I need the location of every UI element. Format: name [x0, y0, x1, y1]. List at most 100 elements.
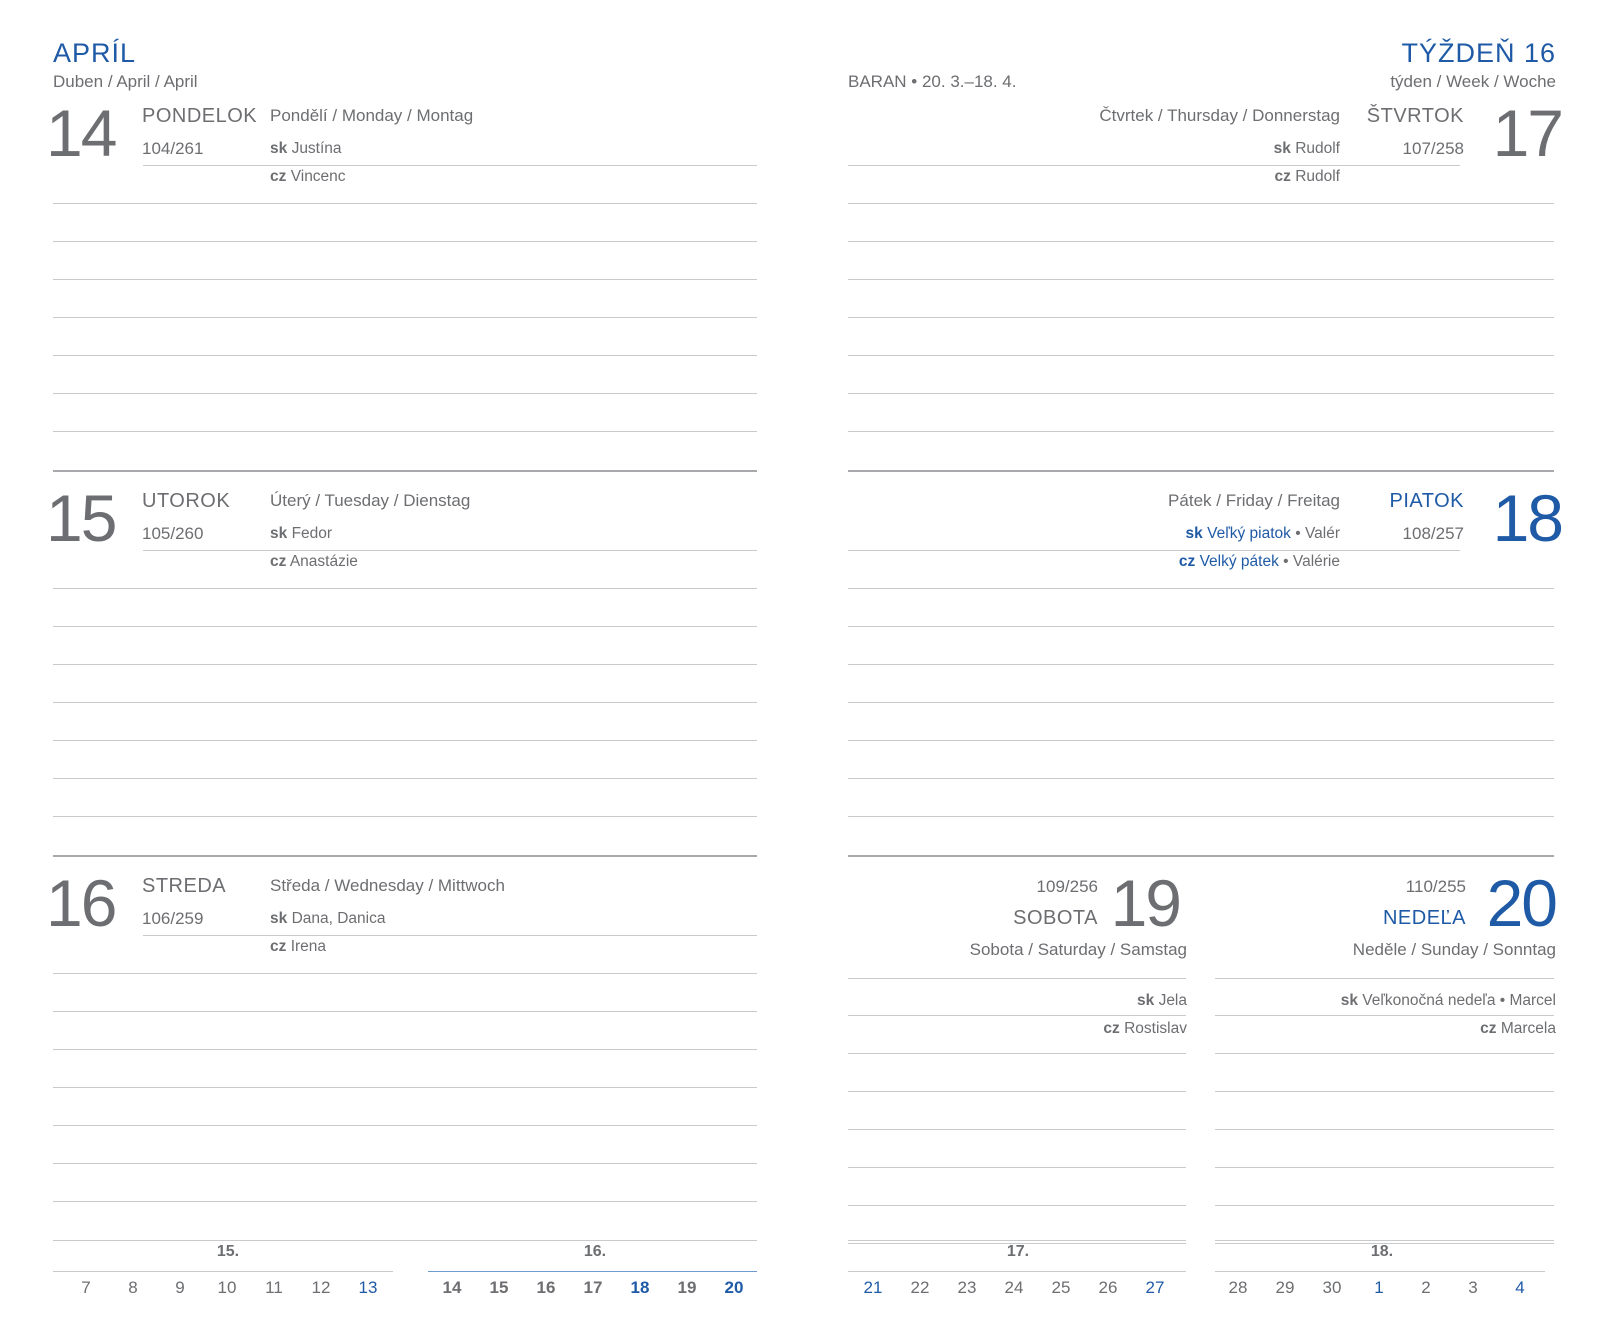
writing-line	[848, 317, 1554, 318]
writing-line	[53, 740, 757, 741]
writing-line	[848, 702, 1554, 703]
mini-calendar-day: 25	[1051, 1278, 1071, 1297]
writing-line	[53, 1163, 757, 1164]
day-of-year: 105/260	[142, 524, 204, 543]
mini-calendar-day: 27	[1145, 1278, 1165, 1297]
writing-line	[53, 778, 757, 779]
mini-calendar-day: 17	[583, 1278, 603, 1297]
mini-calendar-day: 28	[1228, 1278, 1248, 1297]
month-subtitle: Duben / April / April	[53, 72, 198, 91]
writing-line	[848, 431, 1554, 432]
writing-line	[1215, 1053, 1554, 1054]
writing-line	[848, 1129, 1186, 1130]
week-number: 17.	[1006, 1243, 1030, 1260]
week-title: TÝŽDEŇ 16	[1401, 38, 1556, 68]
writing-line	[53, 1271, 393, 1272]
day-of-year: 108/257	[1402, 524, 1464, 543]
mini-calendar-day: 13	[358, 1278, 378, 1297]
day-name: STREDA	[142, 875, 227, 897]
mini-calendar-day: 12	[311, 1278, 331, 1297]
writing-line	[848, 241, 1554, 242]
writing-line	[848, 778, 1554, 779]
mini-calendar-day: 18	[630, 1278, 650, 1297]
writing-line	[53, 431, 757, 432]
mini-calendar-day: 15	[489, 1278, 509, 1297]
writing-line	[1215, 1240, 1554, 1241]
writing-line	[848, 664, 1554, 665]
writing-line	[848, 550, 1460, 551]
nameday-cz: cz Vincenc	[270, 168, 346, 185]
writing-line	[848, 1240, 1186, 1241]
writing-line	[53, 1087, 757, 1088]
section-divider	[848, 855, 1554, 857]
day-number: 15	[46, 481, 117, 555]
nameday-sk: sk Rudolf	[1273, 140, 1340, 157]
writing-line	[1215, 978, 1554, 979]
nameday-sk: sk Justína	[270, 140, 342, 157]
day-name-translations: Úterý / Tuesday / Dienstag	[270, 491, 471, 510]
section-divider	[53, 470, 757, 472]
writing-line	[848, 588, 1554, 589]
day-name: SOBOTA	[1013, 907, 1098, 929]
writing-line	[1215, 1091, 1554, 1092]
writing-line	[1215, 1129, 1554, 1130]
day-of-year: 106/259	[142, 909, 204, 928]
day-name-translations: Sobota / Saturday / Samstag	[969, 940, 1187, 959]
mini-calendar-day: 20	[724, 1278, 744, 1297]
writing-line	[848, 1053, 1186, 1054]
mini-calendar-day: 22	[910, 1278, 930, 1297]
writing-line	[1215, 1205, 1554, 1206]
nameday-sk: sk Fedor	[270, 525, 333, 542]
writing-line	[1215, 1271, 1545, 1272]
month-title: APRÍL	[53, 38, 137, 68]
nameday-sk: sk Veľký piatok • Valér	[1185, 525, 1340, 542]
writing-line	[53, 816, 757, 817]
mini-calendar-day: 8	[128, 1278, 138, 1297]
writing-line	[53, 1240, 757, 1241]
nameday-cz: cz Velký pátek • Valérie	[1178, 553, 1340, 570]
mini-calendar-day: 30	[1322, 1278, 1342, 1297]
week-number: 18.	[1370, 1243, 1394, 1260]
writing-line	[53, 973, 757, 974]
writing-line	[53, 702, 757, 703]
writing-line	[143, 935, 757, 936]
day-name: PONDELOK	[142, 105, 258, 127]
zodiac-sign: BARAN • 20. 3.–18. 4.	[848, 72, 1017, 91]
writing-line	[53, 664, 757, 665]
writing-line	[143, 550, 757, 551]
mini-calendar-day: 23	[957, 1278, 977, 1297]
nameday-sk: sk Veľkonočná nedeľa • Marcel	[1340, 992, 1556, 1009]
mini-calendar-day: 10	[217, 1278, 237, 1297]
week-subtitle: týden / Week / Woche	[1390, 72, 1556, 91]
writing-line	[848, 203, 1554, 204]
nameday-cz: cz Marcela	[1480, 1020, 1556, 1037]
writing-line	[848, 279, 1554, 280]
writing-line	[53, 355, 757, 356]
day-name: ŠTVRTOK	[1366, 105, 1464, 127]
writing-line	[848, 740, 1554, 741]
mini-calendar-day: 7	[81, 1278, 91, 1297]
writing-line	[53, 1125, 757, 1126]
week-number: 16.	[583, 1243, 607, 1260]
writing-line	[53, 393, 757, 394]
day-name-translations: Čtvrtek / Thursday / Donnerstag	[1099, 106, 1340, 125]
mini-calendar-day: 19	[677, 1278, 697, 1297]
writing-line	[53, 626, 757, 627]
writing-line	[53, 317, 757, 318]
current-week-underline	[428, 1271, 757, 1272]
day-number: 20	[1486, 866, 1558, 940]
day-name-translations: Neděle / Sunday / Sonntag	[1352, 940, 1556, 959]
writing-line	[848, 1015, 1186, 1016]
writing-line	[53, 203, 757, 204]
writing-line	[1215, 1015, 1554, 1016]
day-name: PIATOK	[1389, 490, 1464, 512]
mini-calendar-day: 14	[442, 1278, 462, 1297]
day-number: 19	[1110, 866, 1182, 940]
writing-line	[848, 355, 1554, 356]
day-of-year: 104/261	[142, 139, 204, 158]
writing-line	[53, 279, 757, 280]
week-number: 15.	[216, 1243, 240, 1260]
writing-line	[53, 588, 757, 589]
mini-calendar-day: 2	[1421, 1278, 1431, 1297]
nameday-sk: sk Jela	[1137, 992, 1187, 1009]
